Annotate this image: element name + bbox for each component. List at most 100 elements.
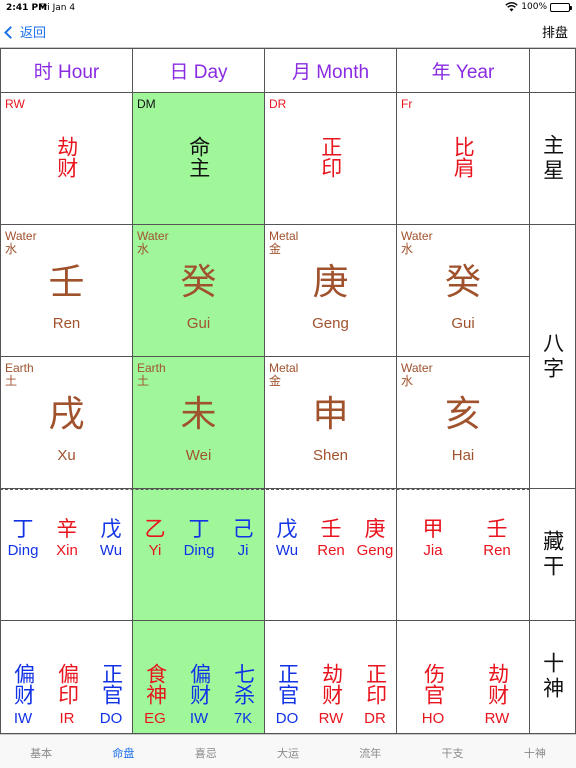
tab-3[interactable]: 大运 bbox=[247, 735, 329, 768]
tab-0[interactable]: 基本 bbox=[0, 735, 82, 768]
chart-button[interactable]: 排盘 bbox=[542, 22, 568, 41]
hidden-stem-item: 丁 Ding bbox=[177, 517, 221, 560]
hidden-stem-char: 辛 bbox=[56, 517, 78, 541]
heavenly-stem-char: 癸 bbox=[444, 262, 481, 303]
hidden-stem-code: Yi bbox=[148, 542, 162, 560]
main-star-cell: DM 命主 bbox=[133, 93, 265, 225]
status-date: Fri Jan 4 bbox=[39, 3, 76, 13]
star-code: DM bbox=[137, 97, 156, 111]
tab-5[interactable]: 干支 bbox=[411, 735, 493, 768]
hidden-stem-code: Ji bbox=[237, 542, 249, 560]
hidden-stem-item: 辛 Xin bbox=[45, 517, 89, 560]
ten-god-item: 伤官 HO bbox=[411, 659, 455, 729]
earthly-branch-cell: Metal 金申 Shen bbox=[265, 357, 397, 489]
ten-god-cell: 食神 EG 偏财 IW 七杀 7K bbox=[133, 621, 265, 734]
status-right: 100% bbox=[505, 2, 572, 12]
main-star-cell: Fr 比肩 bbox=[397, 93, 530, 225]
main-star-cell: RW 劫财 bbox=[0, 93, 133, 225]
nav-bar: 返回 排盘 bbox=[0, 16, 576, 48]
heavenly-stem-pinyin: Ren bbox=[52, 315, 81, 332]
heavenly-stem-cell: Water 水癸 Gui bbox=[397, 225, 530, 357]
main-star-text: 命主 bbox=[186, 136, 211, 178]
ten-god-item: 七杀 7K bbox=[221, 659, 265, 729]
star-code: DR bbox=[269, 97, 287, 111]
hidden-stem-item: 甲 Jia bbox=[411, 517, 455, 560]
ten-god-char: 偏印 bbox=[55, 663, 80, 705]
ten-god-char: 正官 bbox=[275, 663, 300, 705]
ten-god-char: 偏财 bbox=[11, 663, 36, 705]
ten-god-code: 7K bbox=[233, 710, 253, 727]
chevron-left-icon bbox=[4, 25, 17, 39]
ten-god-item: 食神 EG bbox=[133, 659, 177, 729]
back-label: 返回 bbox=[20, 26, 47, 41]
hidden-stem-code: Wu bbox=[99, 542, 123, 560]
hidden-stem-item: 丁 Ding bbox=[1, 517, 45, 560]
bazi-chart-grid: 时 Hour 日 Day 月 Month 年 Year 主星 八字 藏干 十神 RW 劫财 DM 命主… bbox=[0, 48, 576, 734]
ten-god-cell: 伤官 HO 劫财 RW bbox=[397, 621, 530, 734]
divider-dashed bbox=[0, 489, 530, 490]
earthly-branch-cell: Water 水亥 Hai bbox=[397, 357, 530, 489]
element-label: Metal 金 bbox=[269, 361, 299, 389]
ten-god-code: RW bbox=[318, 710, 344, 727]
ten-god-char: 七杀 bbox=[231, 663, 256, 705]
ten-god-char: 偏财 bbox=[187, 663, 212, 705]
side-label-main-star: 主星 bbox=[530, 93, 576, 225]
hidden-stem-cell: 戊 Wu 壬 Ren 庚 Geng bbox=[265, 489, 397, 621]
ten-god-item: 正官 DO bbox=[89, 659, 133, 729]
hidden-stem-code: Ding bbox=[7, 542, 39, 560]
element-label: Water 水 bbox=[401, 229, 433, 257]
hidden-stem-code: Wu bbox=[275, 542, 299, 560]
heavenly-stem-pinyin: Geng bbox=[312, 315, 349, 332]
hidden-stem-code: Ren bbox=[317, 542, 345, 560]
hidden-stem-cell: 丁 Ding 辛 Xin 戊 Wu bbox=[0, 489, 133, 621]
hidden-stem-item: 己 Ji bbox=[221, 517, 265, 560]
tab-bar: 基本 命盘 喜忌 大运 流年 干支 十神 bbox=[0, 734, 576, 768]
ten-god-item: 正印 DR bbox=[353, 659, 397, 729]
heavenly-stem-cell: Water 水癸 Gui bbox=[133, 225, 265, 357]
heavenly-stem-pinyin: Gui bbox=[451, 315, 475, 332]
hidden-stem-char: 丁 bbox=[188, 517, 210, 541]
earthly-branch-cell: Earth 土未 Wei bbox=[133, 357, 265, 489]
hidden-stem-char: 壬 bbox=[320, 517, 342, 541]
element-label: Water 水 bbox=[137, 229, 169, 257]
side-label-bazi: 八字 bbox=[530, 225, 576, 489]
element-label: Water 水 bbox=[5, 229, 37, 257]
hidden-stem-char: 甲 bbox=[422, 517, 444, 541]
tab-1[interactable]: 命盘 bbox=[82, 735, 164, 768]
heavenly-stem-cell: Metal 金庚 Geng bbox=[265, 225, 397, 357]
header-month: 月 Month bbox=[265, 48, 397, 93]
ten-god-item: 偏印 IR bbox=[45, 659, 89, 729]
hidden-stem-char: 戊 bbox=[276, 517, 298, 541]
hidden-stem-char: 戊 bbox=[100, 517, 122, 541]
earthly-branch-pinyin: Hai bbox=[451, 447, 475, 464]
header-year: 年 Year bbox=[397, 48, 530, 93]
earthly-branch-pinyin: Xu bbox=[57, 447, 76, 464]
ten-god-char: 劫财 bbox=[319, 663, 344, 705]
header-corner bbox=[530, 48, 576, 93]
heavenly-stem-cell: Water 水壬 Ren bbox=[0, 225, 133, 357]
star-code: RW bbox=[5, 97, 25, 111]
tab-6[interactable]: 十神 bbox=[494, 735, 576, 768]
earthly-branch-cell: Earth 土戌 Xu bbox=[0, 357, 133, 489]
header-hour: 时 Hour bbox=[0, 48, 133, 93]
ten-god-char: 劫财 bbox=[485, 663, 510, 705]
tab-4[interactable]: 流年 bbox=[329, 735, 411, 768]
hidden-stem-code: Jia bbox=[423, 542, 443, 560]
main-star-cell: DR 正印 bbox=[265, 93, 397, 225]
side-label-hidden: 藏干 bbox=[530, 489, 576, 621]
hidden-stem-code: Xin bbox=[56, 542, 78, 560]
hidden-stem-code: Ding bbox=[183, 542, 215, 560]
heavenly-stem-pinyin: Gui bbox=[186, 315, 211, 332]
earthly-branch-char: 申 bbox=[312, 394, 349, 435]
hidden-stem-item: 壬 Ren bbox=[309, 517, 353, 560]
hidden-stem-item: 壬 Ren bbox=[475, 517, 519, 560]
ten-god-item: 偏财 IW bbox=[1, 659, 45, 729]
back-button[interactable]: 返回 bbox=[4, 22, 47, 41]
earthly-branch-char: 戌 bbox=[48, 394, 85, 435]
main-star-text: 比肩 bbox=[451, 136, 476, 178]
hidden-stem-code: Ren bbox=[483, 542, 511, 560]
element-label: Earth 土 bbox=[5, 361, 34, 389]
wifi-icon bbox=[505, 2, 518, 12]
hidden-stem-char: 丁 bbox=[12, 517, 34, 541]
tab-2[interactable]: 喜忌 bbox=[165, 735, 247, 768]
